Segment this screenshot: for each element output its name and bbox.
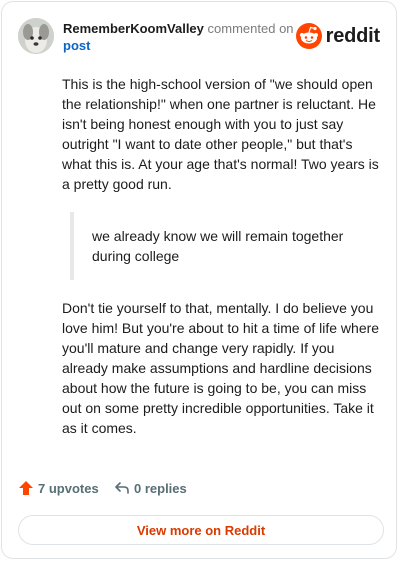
upvote-arrow-icon (19, 481, 33, 495)
user-avatar[interactable] (18, 18, 54, 54)
avatar-image (18, 18, 54, 54)
reply-arrow-icon (115, 482, 129, 494)
block-quote: we already know we will remain together … (70, 212, 382, 280)
view-more-button[interactable]: View more on Reddit (18, 515, 384, 545)
embedded-comment-card: RememberKoomValley commented on post red… (1, 1, 397, 559)
comment-paragraph-2: Don't tie yourself to that, mentally. I … (62, 300, 380, 436)
author-name[interactable]: RememberKoomValley (63, 21, 204, 36)
reddit-snoo-icon (295, 23, 322, 49)
upvote-count: 7 upvotes (38, 480, 99, 496)
post-link[interactable]: post (63, 37, 303, 54)
comment-meta: RememberKoomValley commented on post (63, 20, 303, 54)
reddit-wordmark: reddit (325, 24, 381, 47)
reply-count: 0 replies (134, 480, 187, 496)
reddit-logo[interactable]: reddit (295, 22, 381, 50)
reply-stat[interactable]: 0 replies (114, 480, 187, 496)
upvote-stat[interactable]: 7 upvotes (18, 480, 99, 496)
comment-header: RememberKoomValley commented on post red… (18, 16, 380, 56)
comment-body: This is the high-school version of "we s… (62, 74, 382, 438)
comment-paragraph-1: This is the high-school version of "we s… (62, 76, 379, 192)
comment-footer: 7 upvotes 0 replies (18, 480, 378, 502)
action-text: commented on (207, 21, 294, 36)
